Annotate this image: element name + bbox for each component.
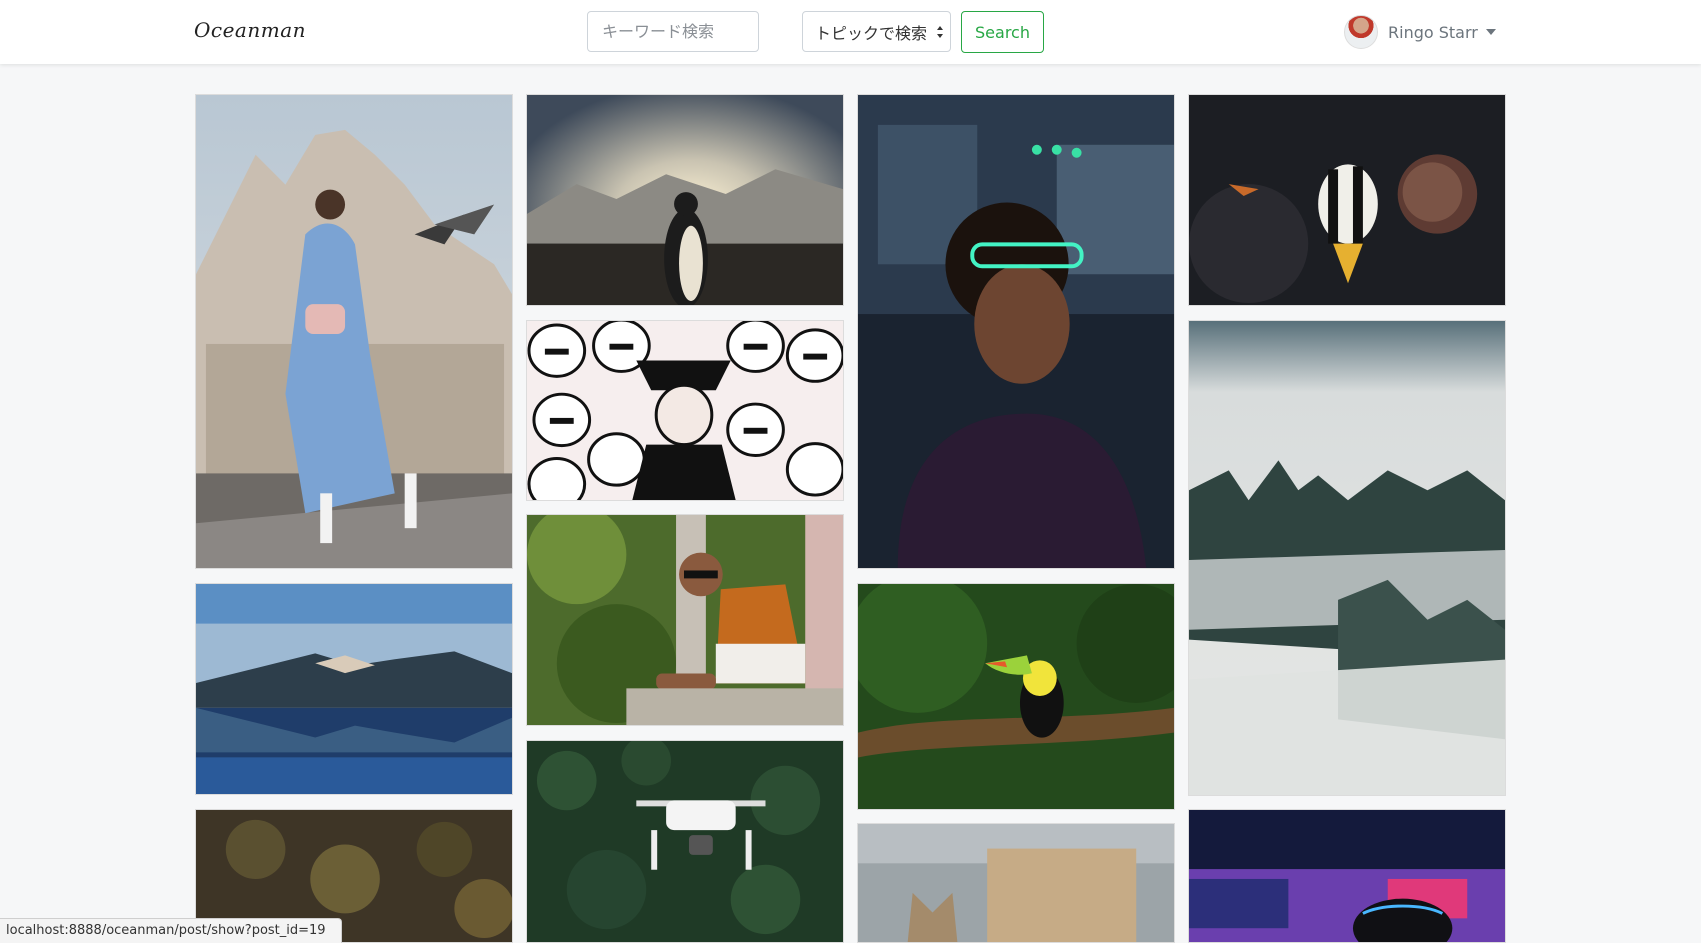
gallery-photo-misty-forest[interactable] xyxy=(1188,320,1506,796)
gallery-photo-penguin[interactable] xyxy=(526,94,844,306)
user-name: Ringo Starr xyxy=(1388,22,1478,42)
gallery-photo-toucan[interactable] xyxy=(857,583,1175,810)
gallery-photo-neon-glasses[interactable] xyxy=(857,94,1175,569)
browser-status-url: localhost:8888/oceanman/post/show?post_i… xyxy=(0,918,342,943)
keyword-search-input[interactable] xyxy=(587,11,759,52)
gallery-photo-vr-headset[interactable] xyxy=(1188,809,1506,943)
gallery-photo-striped-fish[interactable] xyxy=(1188,94,1506,306)
caret-down-icon xyxy=(1485,29,1496,35)
avatar xyxy=(1344,15,1378,49)
gallery-photo-woman-cathedral[interactable] xyxy=(195,94,513,569)
select-arrows-icon xyxy=(937,26,943,38)
topic-search-select[interactable]: トピックで検索 xyxy=(802,11,951,52)
user-dropdown-toggle[interactable]: Ringo Starr xyxy=(1344,15,1496,49)
gallery-photo-drone[interactable] xyxy=(526,740,844,943)
gallery-photo-mountain-lake[interactable] xyxy=(195,583,513,795)
brand-logo[interactable]: Oceanman xyxy=(194,18,306,42)
gallery-photo-man-sunglasses[interactable] xyxy=(526,514,844,726)
gallery-photo-stormtroopers[interactable] xyxy=(526,320,844,501)
gallery-photo-kitten[interactable] xyxy=(857,823,1175,943)
search-button[interactable]: Search xyxy=(961,11,1044,53)
top-navbar: Oceanman トピックで検索 Search Ringo Starr xyxy=(0,0,1701,64)
topic-select-value: トピックで検索 xyxy=(815,23,928,43)
